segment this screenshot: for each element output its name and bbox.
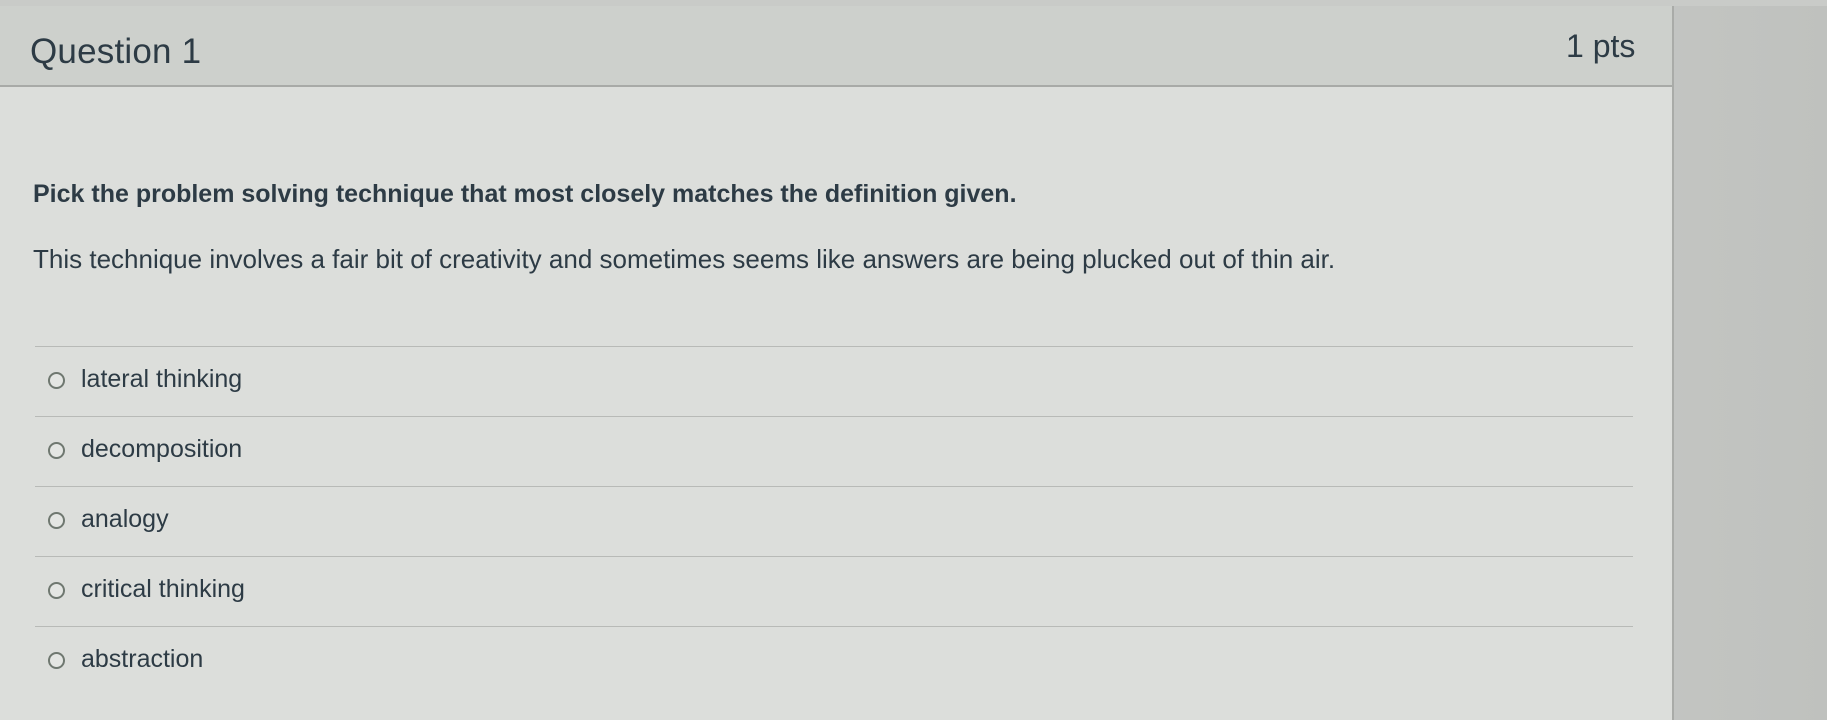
answer-label[interactable]: lateral thinking xyxy=(81,365,242,394)
answer-label[interactable]: abstraction xyxy=(81,645,203,674)
answer-label[interactable]: analogy xyxy=(81,505,169,534)
question-title: Question 1 xyxy=(30,32,202,71)
radio-button[interactable] xyxy=(48,372,65,389)
radio-button[interactable] xyxy=(48,442,65,459)
answer-option-analogy[interactable]: analogy xyxy=(35,486,1633,556)
question-definition: This technique involves a fair bit of cr… xyxy=(33,244,1336,274)
answer-option-abstraction[interactable]: abstraction xyxy=(35,626,1633,696)
radio-button[interactable] xyxy=(48,652,65,669)
answer-option-decomposition[interactable]: decomposition xyxy=(35,416,1633,486)
radio-button[interactable] xyxy=(48,582,65,599)
question-prompt: Pick the problem solving technique that … xyxy=(33,180,1017,208)
question-card: Question 1 1 pts Pick the problem solvin… xyxy=(0,6,1674,720)
answer-option-critical-thinking[interactable]: critical thinking xyxy=(35,556,1633,626)
question-points: 1 pts xyxy=(1566,28,1636,64)
answer-option-lateral-thinking[interactable]: lateral thinking xyxy=(35,346,1633,416)
radio-button[interactable] xyxy=(48,512,65,529)
answer-label[interactable]: decomposition xyxy=(81,435,242,464)
question-header: Question 1 1 pts xyxy=(0,6,1672,87)
answer-label[interactable]: critical thinking xyxy=(81,575,245,604)
